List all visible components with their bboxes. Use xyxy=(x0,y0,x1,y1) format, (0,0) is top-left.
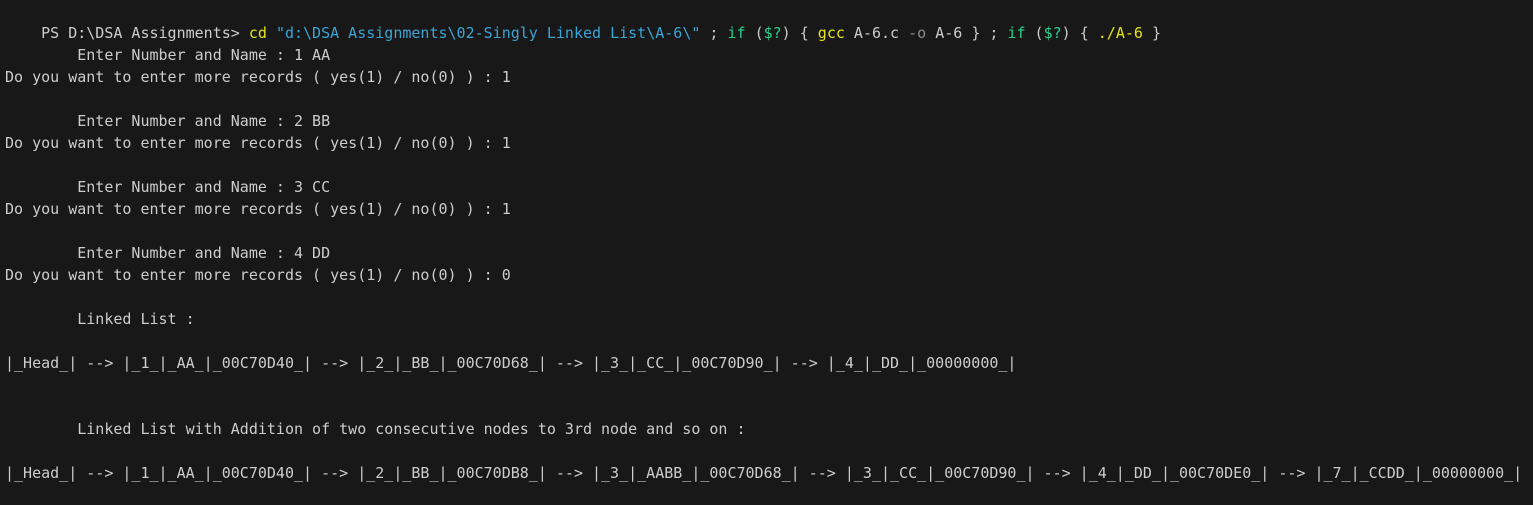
output-line: Enter Number and Name : 3 CC xyxy=(5,178,331,196)
if-keyword: if xyxy=(727,24,746,42)
output-line: Linked List with Addition of two consecu… xyxy=(5,420,746,438)
output-line: Enter Number and Name : 4 DD xyxy=(5,244,331,262)
output-line: Do you want to enter more records ( yes(… xyxy=(5,134,511,152)
output-line: Enter Number and Name : 1 AA xyxy=(5,46,331,64)
output-target: A-6 } ; xyxy=(926,24,1008,42)
cd-command: cd xyxy=(248,24,267,42)
output-line: Do you want to enter more records ( yes(… xyxy=(5,68,511,86)
run-executable: ./A-6 xyxy=(1097,24,1143,42)
status-variable: $? xyxy=(763,24,782,42)
command-line: PS D:\DSA Assignments> cd "d:\DSA Assign… xyxy=(5,0,1533,42)
command-separator: ; xyxy=(700,24,728,42)
terminal-panel[interactable]: PS D:\DSA Assignments> cd "d:\DSA Assign… xyxy=(5,0,1533,505)
command-paren-open-2: ( xyxy=(1025,24,1044,42)
command-space xyxy=(267,24,276,42)
output-line: Do you want to enter more records ( yes(… xyxy=(5,200,511,218)
output-line: |_Head_| --> |_1_|_AA_|_00C70D40_| --> |… xyxy=(5,354,1017,372)
output-flag: -o xyxy=(908,24,927,42)
output-line: Linked List : xyxy=(5,310,195,328)
prompt: PS D:\DSA Assignments> xyxy=(41,24,249,42)
gcc-command: gcc xyxy=(817,24,845,42)
output-line: Enter Number and Name : 2 BB xyxy=(5,112,331,130)
if-keyword-2: if xyxy=(1007,24,1026,42)
command-paren-open: ( xyxy=(745,24,764,42)
output-line: |_Head_| --> |_1_|_AA_|_00C70D40_| --> |… xyxy=(5,464,1523,482)
source-file: A-6.c xyxy=(844,24,909,42)
command-end: } xyxy=(1142,24,1161,42)
command-brace-open-2: ) { xyxy=(1061,24,1098,42)
path-argument: "d:\DSA Assignments\02-Singly Linked Lis… xyxy=(275,24,701,42)
output-line: Do you want to enter more records ( yes(… xyxy=(5,266,511,284)
command-brace-open: ) { xyxy=(781,24,818,42)
status-variable-2: $? xyxy=(1043,24,1062,42)
